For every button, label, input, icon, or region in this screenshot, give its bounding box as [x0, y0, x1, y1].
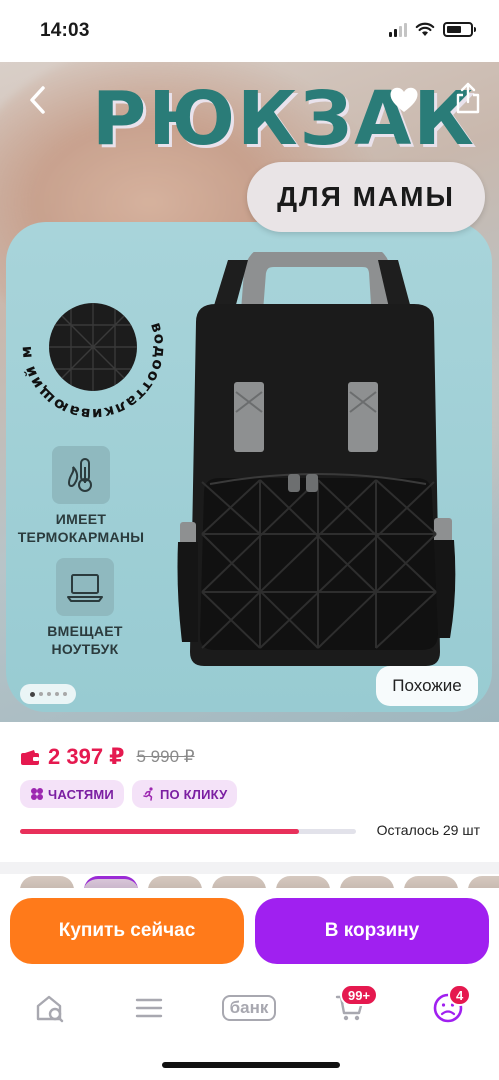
payment-chips: ЧАСТЯМИ ПО КЛИКУ [20, 780, 238, 808]
share-button[interactable] [448, 78, 488, 118]
waterproof-material-badge: водоотталкивающий материал [20, 274, 166, 420]
laptop-icon [56, 558, 114, 616]
price-section: 2 397 ₽ 5 990 ₽ ЧАСТЯМИ ПО КЛИКУ Осталос… [0, 722, 499, 862]
tab-catalog[interactable] [121, 988, 177, 1028]
bottom-tab-bar: банк 99+ 4 [0, 974, 499, 1080]
similar-products-button[interactable]: Похожие [376, 666, 478, 706]
parts-icon [31, 788, 43, 800]
carousel-dot [38, 692, 43, 696]
carousel-dot [62, 692, 67, 696]
price-current: 2 397 ₽ [48, 744, 125, 769]
menu-icon [135, 998, 163, 1018]
carousel-indicator [20, 684, 76, 704]
tab-home[interactable] [22, 988, 78, 1028]
backpack-image [177, 252, 456, 666]
favorite-button[interactable] [384, 80, 424, 120]
status-time: 14:03 [40, 20, 90, 41]
tab-bank[interactable]: банк [214, 988, 284, 1028]
feature-thermo-pockets: ИМЕЕТ ТЕРМОКАРМАНЫ [14, 446, 148, 546]
add-to-cart-button[interactable]: В корзину [255, 898, 489, 964]
price-row: 2 397 ₽ 5 990 ₽ [20, 744, 195, 770]
feature-label: ИМЕЕТ ТЕРМОКАРМАНЫ [17, 511, 145, 545]
share-icon [456, 82, 480, 114]
profile-badge: 4 [448, 984, 472, 1006]
stock-row: Осталось 29 шт [20, 822, 480, 842]
back-button[interactable] [18, 80, 58, 120]
one-click-chip[interactable]: ПО КЛИКУ [131, 780, 238, 808]
product-image-carousel[interactable]: РЮКЗАК ДЛЯ МАМЫ водоотталкивающий ма [0, 62, 499, 722]
purchase-actions: Купить сейчас В корзину [0, 888, 499, 974]
feature-label: ВМЕЩАЕТ НОУТБУК [47, 623, 123, 657]
wifi-icon [415, 22, 435, 36]
thermometer-icon [52, 446, 110, 504]
chevron-left-icon [30, 86, 45, 114]
stock-remaining-text: Осталось 29 шт [376, 822, 480, 838]
chip-label: ЧАСТЯМИ [48, 786, 114, 802]
chip-label: ПО КЛИКУ [159, 786, 228, 802]
cart-badge: 99+ [340, 984, 379, 1006]
pay-in-parts-chip[interactable]: ЧАСТЯМИ [20, 780, 124, 808]
price-old: 5 990 ₽ [136, 747, 195, 766]
stock-progress-track [20, 829, 356, 834]
carousel-dot [46, 692, 51, 696]
hero-subtitle: ДЛЯ МАМЫ [247, 162, 485, 232]
wallet-icon [21, 750, 39, 765]
running-person-icon [143, 787, 153, 801]
home-indicator [162, 1062, 340, 1068]
carousel-dot [29, 691, 35, 697]
status-bar: 14:03 [0, 0, 499, 62]
bank-label: банк [221, 995, 277, 1021]
feature-laptop: ВМЕЩАЕТ НОУТБУК [18, 558, 152, 658]
section-divider [0, 862, 499, 874]
status-icons [389, 22, 476, 37]
stock-progress-fill [20, 829, 299, 834]
carousel-dot [54, 692, 59, 696]
buy-now-button[interactable]: Купить сейчас [10, 898, 244, 964]
home-search-icon [36, 995, 64, 1023]
cellular-signal-icon [389, 22, 407, 37]
battery-icon [443, 22, 476, 37]
heart-icon [390, 87, 418, 112]
